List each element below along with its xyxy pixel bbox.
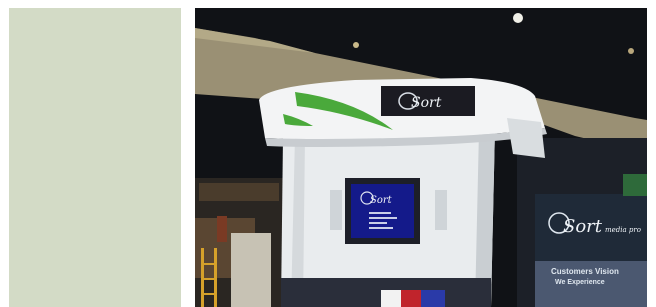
speaker-panel	[435, 190, 447, 230]
ladder	[214, 248, 217, 307]
ceiling-light	[513, 13, 523, 23]
speaker-panel	[330, 190, 342, 230]
kiosk-scene: Sort Sort Sort media pro Customers Visio…	[195, 8, 647, 307]
right-booth-green	[623, 174, 647, 196]
screen-text-line	[369, 217, 397, 219]
background-person	[217, 216, 227, 242]
background-sign	[199, 183, 279, 201]
background-panel	[231, 233, 271, 307]
base-white-block	[381, 290, 401, 307]
monitor-screen	[351, 184, 414, 238]
trade-show-kiosk-photo: Sort Sort Sort media pro Customers Visio…	[195, 8, 647, 307]
ladder-rung	[201, 263, 217, 265]
banner-logo-suffix: media pro	[605, 226, 641, 234]
ladder-rung	[201, 293, 217, 295]
banner-line-2: We Experience	[555, 279, 605, 286]
ceiling-light	[628, 48, 634, 54]
banner-line-1: Customers Vision	[551, 267, 619, 276]
canopy-logo-text: Sort	[411, 95, 442, 111]
left-blank-panel	[9, 8, 181, 307]
ceiling-light	[353, 42, 359, 48]
canopy-side-box	[507, 118, 545, 158]
screen-text-line	[369, 212, 391, 214]
screen-text-line	[369, 227, 393, 229]
screen-logo-text: Sort	[370, 195, 393, 206]
ladder-rung	[201, 278, 217, 280]
base-blue-block	[421, 290, 445, 307]
base-red-block	[401, 290, 421, 307]
ladder	[201, 248, 204, 307]
screen-text-line	[369, 222, 387, 224]
banner-logo-text: Sort	[563, 216, 603, 237]
